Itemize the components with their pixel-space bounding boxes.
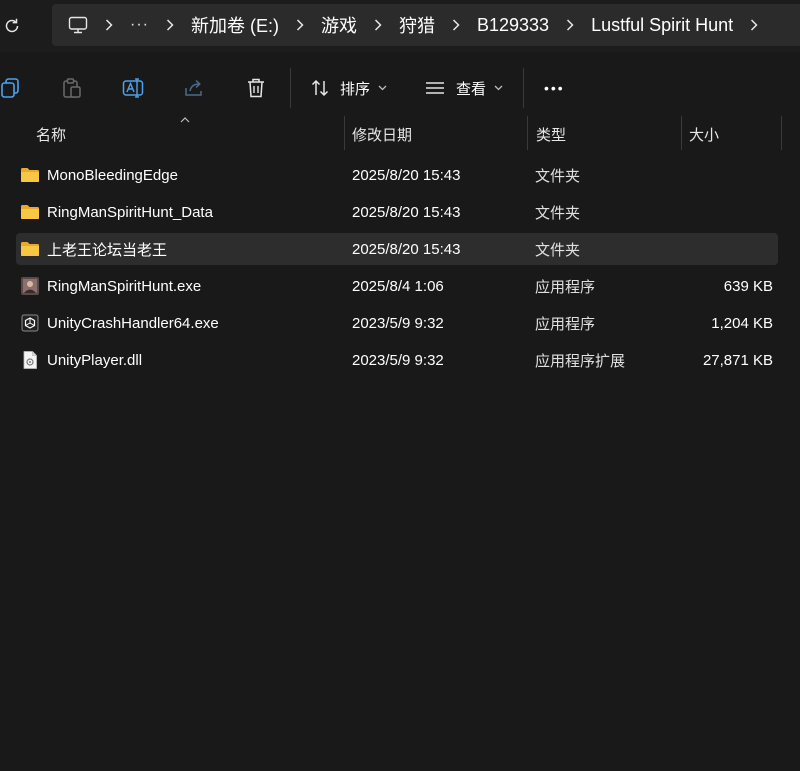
chevron-right-icon xyxy=(105,19,113,31)
app-exe-icon xyxy=(21,277,39,295)
file-type: 应用程序 xyxy=(535,278,596,296)
folder-icon xyxy=(21,168,39,182)
file-row[interactable]: UnityCrashHandler64.exe 2023/5/9 9:32 应用… xyxy=(16,307,778,339)
breadcrumb: ··· 新加卷 (E:) 游戏 狩猎 B129333 Lustful Spiri… xyxy=(52,4,800,46)
chevron-right-icon xyxy=(452,19,460,31)
file-row[interactable]: UnityPlayer.dll 2023/5/9 9:32 应用程序扩展 27,… xyxy=(16,344,778,376)
dll-file-icon xyxy=(23,351,37,369)
column-divider[interactable] xyxy=(527,116,528,150)
command-bar: 排序 查看 ••• xyxy=(0,60,800,116)
list-view-icon xyxy=(426,82,444,94)
refresh-button[interactable] xyxy=(0,12,24,40)
file-modified: 2025/8/20 15:43 xyxy=(352,203,461,221)
column-modified[interactable]: 修改日期 xyxy=(352,116,412,152)
column-size[interactable]: 大小 xyxy=(689,116,719,152)
unity-exe-icon xyxy=(21,314,39,332)
file-size: 27,871 KB xyxy=(702,351,773,369)
file-row[interactable]: RingManSpiritHunt.exe 2025/8/4 1:06 应用程序… xyxy=(16,270,778,302)
copy-button[interactable] xyxy=(0,72,22,104)
file-name: RingManSpiritHunt.exe xyxy=(47,277,202,295)
file-modified: 2023/5/9 9:32 xyxy=(352,351,444,369)
file-row[interactable]: MonoBleedingEdge 2025/8/20 15:43 文件夹 xyxy=(16,159,778,191)
view-button[interactable]: 查看 xyxy=(424,72,503,104)
breadcrumb-b129333[interactable]: B129333 xyxy=(477,15,549,36)
breadcrumb-drive-e[interactable]: 新加卷 (E:) xyxy=(191,12,279,38)
column-type[interactable]: 类型 xyxy=(536,116,566,152)
this-pc-button[interactable] xyxy=(68,15,88,35)
file-size xyxy=(681,159,773,191)
file-type: 应用程序扩展 xyxy=(535,352,626,370)
file-row[interactable]: RingManSpiritHunt_Data 2025/8/20 15:43 文… xyxy=(16,196,778,228)
file-type: 文件夹 xyxy=(535,204,581,222)
file-type: 应用程序 xyxy=(535,315,596,333)
file-modified: 2025/8/20 15:43 xyxy=(352,240,461,258)
file-size: 639 KB xyxy=(723,277,773,295)
breadcrumb-games[interactable]: 游戏 xyxy=(321,12,357,38)
column-divider[interactable] xyxy=(781,116,782,150)
paste-icon xyxy=(63,78,81,98)
file-name: 上老王论坛当老王 xyxy=(47,241,168,259)
file-modified: 2025/8/20 15:43 xyxy=(352,166,461,184)
chevron-right-icon xyxy=(296,19,304,31)
file-size xyxy=(681,233,773,265)
trash-icon xyxy=(248,78,264,98)
sort-ascending-icon xyxy=(180,117,190,123)
file-row-selected[interactable]: 上老王论坛当老王 2025/8/20 15:43 文件夹 xyxy=(16,233,778,265)
file-size xyxy=(681,196,773,228)
monitor-icon xyxy=(68,16,88,34)
address-bar: ··· 新加卷 (E:) 游戏 狩猎 B129333 Lustful Spiri… xyxy=(0,0,800,52)
rename-button[interactable] xyxy=(122,72,144,104)
sort-label: 排序 xyxy=(340,80,371,98)
chevron-right-icon xyxy=(374,19,382,31)
chevron-right-icon xyxy=(166,19,174,31)
toolbar-divider xyxy=(290,68,291,108)
column-name[interactable]: 名称 xyxy=(36,116,66,152)
sort-icon xyxy=(311,79,329,97)
paste-button[interactable] xyxy=(61,72,83,104)
file-size: 1,204 KB xyxy=(711,314,773,332)
file-name: UnityPlayer.dll xyxy=(47,351,143,369)
folder-icon xyxy=(21,205,39,219)
file-modified: 2025/8/4 1:06 xyxy=(352,277,444,295)
file-type: 文件夹 xyxy=(535,167,581,185)
refresh-icon xyxy=(5,18,19,33)
folder-icon xyxy=(21,242,39,256)
share-icon xyxy=(185,79,202,96)
chevron-down-icon xyxy=(494,85,503,91)
chevron-right-icon xyxy=(567,19,574,31)
column-divider[interactable] xyxy=(344,116,345,150)
share-button[interactable] xyxy=(183,72,205,104)
more-icon: ••• xyxy=(544,80,565,96)
file-type: 文件夹 xyxy=(535,241,581,259)
file-modified: 2023/5/9 9:32 xyxy=(352,314,444,332)
breadcrumb-hunt[interactable]: 狩猎 xyxy=(399,12,435,38)
chevron-down-icon xyxy=(378,85,387,91)
rename-icon xyxy=(122,78,144,98)
view-label: 查看 xyxy=(456,80,487,98)
file-name: MonoBleedingEdge xyxy=(47,166,178,184)
file-name: RingManSpiritHunt_Data xyxy=(47,203,213,221)
column-header: 名称 修改日期 类型 大小 xyxy=(0,116,800,152)
breadcrumb-overflow-button[interactable]: ··· xyxy=(130,16,149,34)
more-options-button[interactable]: ••• xyxy=(544,72,565,104)
file-name: UnityCrashHandler64.exe xyxy=(47,314,219,332)
delete-button[interactable] xyxy=(245,72,267,104)
breadcrumb-current-folder[interactable]: Lustful Spirit Hunt xyxy=(591,15,733,36)
toolbar-divider xyxy=(523,68,524,108)
chevron-right-icon xyxy=(751,19,758,31)
sort-button[interactable]: 排序 xyxy=(310,72,387,104)
copy-icon xyxy=(1,78,19,98)
column-divider[interactable] xyxy=(681,116,682,150)
